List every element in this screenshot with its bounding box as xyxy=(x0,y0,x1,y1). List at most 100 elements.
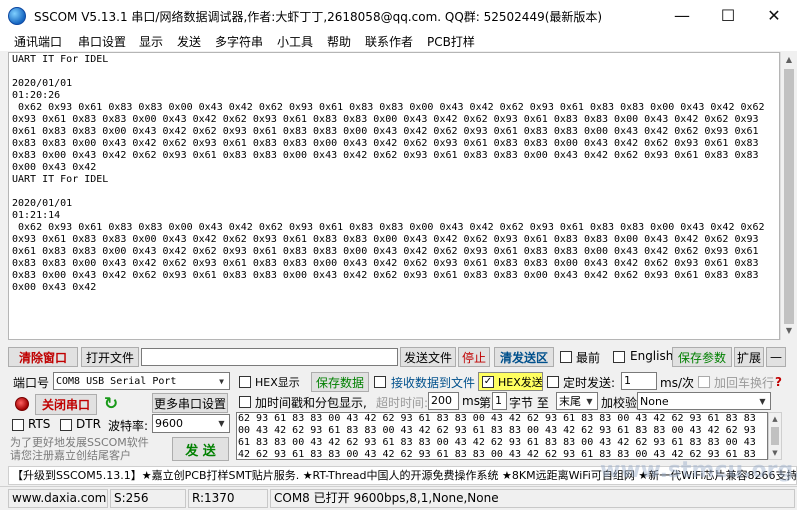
recv-to-file-label: 接收数据到文件 xyxy=(391,376,476,390)
send-button[interactable]: 发 送 xyxy=(172,437,229,461)
checksum-select[interactable]: None ▼ xyxy=(637,392,771,410)
menu-send[interactable]: 发送 xyxy=(177,33,201,50)
topmost-checkbox[interactable] xyxy=(560,351,572,363)
receive-scrollbar[interactable]: ▲ ▼ xyxy=(780,52,797,340)
timeout-input[interactable]: 200 xyxy=(428,392,459,410)
app-icon xyxy=(8,7,26,25)
scroll-up-icon[interactable]: ▲ xyxy=(769,413,781,425)
scroll-thumb[interactable] xyxy=(784,69,794,324)
add-crlf-checkbox[interactable] xyxy=(698,376,710,388)
save-data-button[interactable]: 保存数据 xyxy=(311,372,369,392)
end-select[interactable]: 末尾 ▼ xyxy=(556,392,598,410)
send-line: 61 83 83 00 43 42 62 93 61 83 83 00 43 4… xyxy=(238,437,756,448)
receive-line: 0x93 0x61 0x83 0x83 0x00 0x43 0x42 0x62 … xyxy=(12,234,759,245)
receive-line: 0x62 0x93 0x61 0x83 0x83 0x00 0x43 0x42 … xyxy=(12,222,765,233)
collapse-button[interactable]: — xyxy=(766,347,786,367)
byte-label: 字节 至 xyxy=(509,396,549,410)
send-file-button[interactable]: 发送文件 xyxy=(400,347,456,367)
received-count: R:1370 xyxy=(188,489,268,508)
title-bar: SSCOM V5.13.1 串口/网络数据调试器,作者:大虾丁丁,2618058… xyxy=(0,0,797,31)
receive-line: 0x61 0x83 0x83 0x00 0x43 0x42 0x62 0x93 … xyxy=(12,246,759,257)
menu-bar: 通讯端口 串口设置 显示 发送 多字符串 小工具 帮助 联系作者 PCB打样 xyxy=(0,31,797,51)
receive-line: 0x83 0x00 0x43 0x42 0x62 0x93 0x61 0x83 … xyxy=(12,270,759,281)
hex-send-checkbox[interactable]: ✓ xyxy=(482,376,494,388)
recv-to-file-checkbox[interactable] xyxy=(374,376,386,388)
rts-label: RTS xyxy=(28,417,51,431)
receive-line: 01:21:14 xyxy=(12,210,61,221)
clear-send-button[interactable]: 清发送区 xyxy=(494,347,554,367)
help-icon[interactable]: ? xyxy=(775,375,782,389)
send-line: 00 43 42 62 93 61 83 83 00 43 42 62 93 6… xyxy=(238,425,756,436)
timeout-unit: ms xyxy=(462,394,480,408)
topmost-label: 最前 xyxy=(576,351,601,365)
port-select[interactable]: COM8 USB Serial Port ▼ xyxy=(53,372,230,390)
port-select-value: COM8 USB Serial Port xyxy=(56,376,177,387)
timestamp-label: 加时间戳和分包显示, xyxy=(255,396,367,410)
scroll-thumb[interactable] xyxy=(771,427,779,445)
hex-display-label: HEX显示 xyxy=(255,376,300,389)
send-scrollbar[interactable]: ▲ ▼ xyxy=(768,412,782,460)
menu-display[interactable]: 显示 xyxy=(139,33,163,50)
add-crlf-label: 加回车换行 xyxy=(714,376,775,390)
receive-line: 0x00 0x43 0x42 xyxy=(12,162,97,173)
baud-select[interactable]: 9600 ▼ xyxy=(152,414,230,433)
receive-line: UART IT For IDEL xyxy=(12,174,109,185)
menu-multi-string[interactable]: 多字符串 xyxy=(215,33,263,50)
timed-send-checkbox[interactable] xyxy=(547,376,559,388)
receive-line: 0x83 0x83 0x00 0x43 0x42 0x62 0x93 0x61 … xyxy=(12,258,759,269)
open-file-button[interactable]: 打开文件 xyxy=(81,347,139,367)
menu-help[interactable]: 帮助 xyxy=(327,33,351,50)
menu-contact[interactable]: 联系作者 xyxy=(365,33,413,50)
hex-display-checkbox[interactable] xyxy=(239,376,251,388)
expand-button[interactable]: 扩展 xyxy=(734,347,764,367)
send-line: 62 93 61 83 83 00 43 42 62 93 61 83 83 0… xyxy=(238,413,756,424)
page-input[interactable]: 1 xyxy=(492,392,507,410)
checksum-label: 加校验 xyxy=(601,396,638,410)
port-status-icon xyxy=(15,397,29,411)
scroll-up-icon[interactable]: ▲ xyxy=(781,52,797,68)
clear-window-button[interactable]: 清除窗口 xyxy=(8,347,78,367)
baud-select-value: 9600 xyxy=(155,417,183,430)
dtr-checkbox[interactable] xyxy=(60,419,72,431)
english-label: English xyxy=(630,349,674,363)
file-path-input[interactable] xyxy=(141,348,398,366)
menu-pcb[interactable]: PCB打样 xyxy=(427,33,475,50)
send-area[interactable]: 62 93 61 83 83 00 43 42 62 93 61 83 83 0… xyxy=(236,412,768,460)
port-label: 端口号 xyxy=(13,376,50,390)
receive-line: 2020/01/01 xyxy=(12,78,73,89)
rts-checkbox[interactable] xyxy=(12,419,24,431)
menu-serial-settings[interactable]: 串口设置 xyxy=(78,33,126,50)
receive-line: 0x93 0x61 0x83 0x83 0x00 0x43 0x42 0x62 … xyxy=(12,114,759,125)
menu-tools[interactable]: 小工具 xyxy=(277,33,313,50)
english-checkbox[interactable] xyxy=(613,351,625,363)
close-button[interactable]: ✕ xyxy=(751,0,797,31)
timed-send-label: 定时发送: xyxy=(563,376,616,390)
receive-line: 0x00 0x43 0x42 xyxy=(12,282,97,293)
menu-port[interactable]: 通讯端口 xyxy=(14,33,62,50)
timestamp-checkbox[interactable] xyxy=(239,396,251,408)
chevron-down-icon: ▼ xyxy=(759,397,766,406)
stop-button[interactable]: 停止 xyxy=(458,347,490,367)
interval-input[interactable]: 1 xyxy=(621,372,657,390)
receive-line: 0x83 0x00 0x43 0x42 0x62 0x93 0x61 0x83 … xyxy=(12,150,759,161)
close-port-button[interactable]: 关闭串口 xyxy=(35,394,97,415)
more-settings-button[interactable]: 更多串口设置 xyxy=(152,393,228,413)
website-link[interactable]: www.daxia.com xyxy=(8,489,108,508)
receive-line: 0x83 0x83 0x00 0x43 0x42 0x62 0x93 0x61 … xyxy=(12,138,759,149)
chevron-down-icon: ▼ xyxy=(218,419,225,428)
refresh-icon[interactable]: ↻ xyxy=(101,394,121,415)
receive-area[interactable]: UART IT For IDEL 2020/01/01 01:20:26 0x62… xyxy=(8,52,780,340)
promo-text: 为了更好地发展SSCOM软件 请您注册嘉立创结尾客户 xyxy=(10,436,149,462)
maximize-button[interactable]: ☐ xyxy=(705,0,751,31)
dtr-label: DTR xyxy=(76,417,101,431)
interval-unit: ms/次 xyxy=(660,376,694,390)
receive-line xyxy=(12,66,779,78)
receive-line: 0x61 0x83 0x83 0x00 0x43 0x42 0x62 0x93 … xyxy=(12,126,759,137)
page-label: 第 xyxy=(479,396,492,410)
minimize-button[interactable]: — xyxy=(659,0,705,31)
receive-line: UART IT For IDEL xyxy=(12,54,109,65)
sent-count: S:256 xyxy=(110,489,186,508)
scroll-down-icon[interactable]: ▼ xyxy=(781,323,797,339)
chevron-down-icon: ▼ xyxy=(219,377,224,386)
save-params-button[interactable]: 保存参数 xyxy=(672,347,732,367)
